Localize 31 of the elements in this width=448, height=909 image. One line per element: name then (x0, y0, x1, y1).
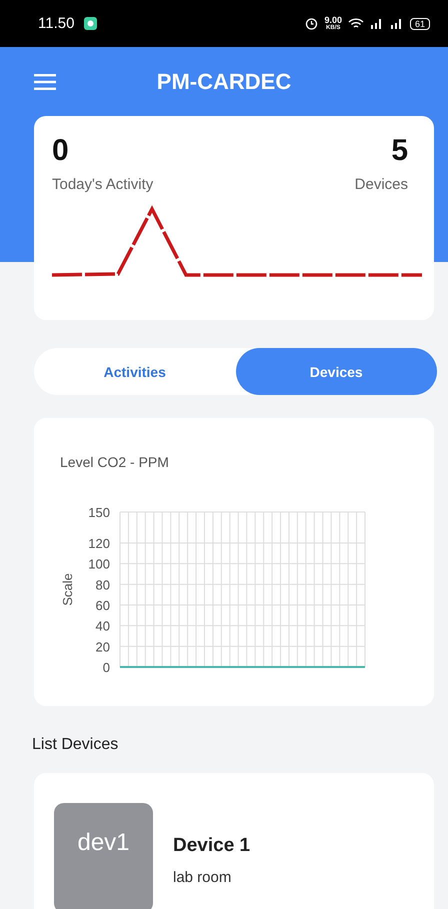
tab[interactable]: Devices (236, 348, 437, 395)
battery-indicator: 61 (410, 18, 430, 30)
signal-icon (390, 18, 404, 29)
y-axis-label: Scale (60, 573, 75, 606)
y-tick-label: 80 (96, 577, 110, 592)
section-title: List Devices (32, 736, 120, 754)
y-tick-label: 120 (88, 536, 110, 551)
app-title: PM-CARDEC (156, 69, 292, 95)
devices-label: Devices (354, 176, 408, 193)
device-avatar: dev1 (54, 803, 153, 909)
y-tick-label: 0 (102, 660, 110, 675)
y-tick-label: 40 (96, 618, 110, 634)
signal-icon (370, 18, 384, 29)
activity-label: Today's Activity (52, 176, 154, 193)
activity-count: 0 (52, 136, 70, 166)
tab[interactable]: Activities (34, 348, 236, 395)
chart-title: Level CO2 - PPM (60, 454, 170, 470)
app-notification-icon (84, 17, 98, 30)
device-card[interactable]: dev1 Device 1 lab room (34, 773, 434, 909)
network-speed: 9.00 (324, 16, 342, 25)
device-location: lab room (173, 869, 232, 886)
y-tick-label: 150 (88, 505, 110, 520)
y-tick-label: 20 (96, 639, 110, 654)
alarm-icon (305, 17, 318, 30)
menu-icon[interactable] (34, 74, 56, 90)
devices-count: 5 (391, 136, 408, 166)
wifi-icon (348, 18, 364, 30)
y-tick-label: 100 (88, 556, 110, 572)
y-tick-label: 60 (96, 598, 110, 613)
device-name: Device 1 (173, 835, 250, 857)
status-time: 11.50 (38, 15, 74, 32)
